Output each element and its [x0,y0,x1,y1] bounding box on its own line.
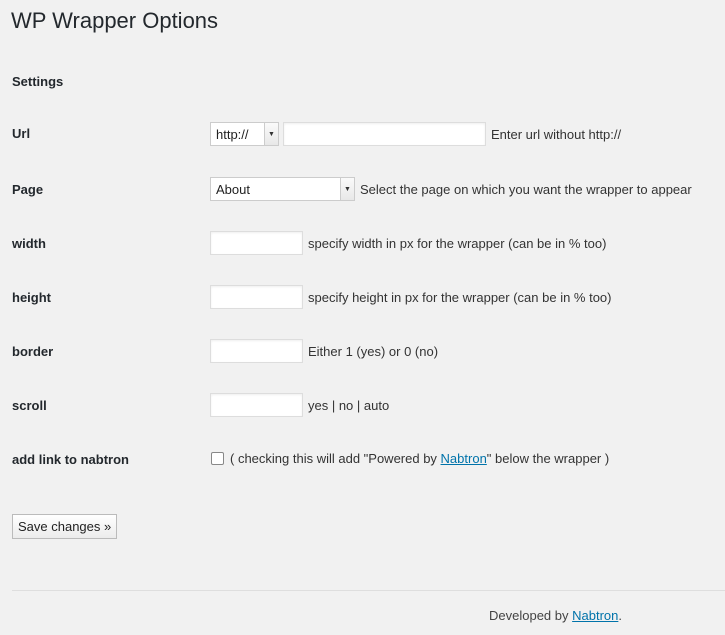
footer-suffix: . [618,608,622,623]
add-link-checkbox[interactable] [211,452,224,465]
chevron-down-icon: ▼ [340,178,354,200]
border-input[interactable] [210,339,303,363]
chevron-down-icon: ▼ [264,123,278,145]
add-link-field-group: ( checking this will add "Powered by Nab… [210,451,609,466]
border-label: border [12,344,54,359]
width-field-group: specify width in px for the wrapper (can… [210,231,606,255]
scroll-description: yes | no | auto [308,397,390,413]
page-select[interactable]: About ▼ [210,177,355,201]
section-title: Settings [12,74,64,89]
page-field-group: About ▼ Select the page on which you wan… [210,177,692,201]
add-link-description: ( checking this will add "Powered by Nab… [230,451,609,466]
url-input[interactable] [283,122,486,146]
add-link-description-after: " below the wrapper ) [486,451,610,466]
page-select-value: About [216,181,250,197]
footer-prefix: Developed by [489,608,573,623]
nabtron-link[interactable]: Nabtron [441,451,487,466]
footer-divider [12,590,725,591]
scroll-field-group: yes | no | auto [210,393,389,417]
footer-credit: Developed by Nabtron. [489,608,622,623]
height-label: height [12,290,51,305]
height-field-group: specify height in px for the wrapper (ca… [210,285,612,309]
add-link-label: add link to nabtron [12,452,129,467]
scroll-input[interactable] [210,393,303,417]
url-label: Url [12,126,31,141]
page-description: Select the page on which you want the wr… [360,181,692,197]
protocol-select[interactable]: http:// ▼ [210,122,279,146]
height-description: specify height in px for the wrapper (ca… [308,289,612,305]
protocol-select-value: http:// [216,126,249,142]
url-description: Enter url without http:// [491,126,622,142]
page-label: Page [12,182,44,197]
add-link-description-before: ( checking this will add "Powered by [230,451,441,466]
width-input[interactable] [210,231,303,255]
border-field-group: Either 1 (yes) or 0 (no) [210,339,438,363]
save-changes-button[interactable]: Save changes » [12,514,118,539]
url-field-group: http:// ▼ Enter url without http:// [210,122,621,146]
page-title: WP Wrapper Options [11,8,219,33]
scroll-label: scroll [12,398,47,413]
border-description: Either 1 (yes) or 0 (no) [308,343,439,359]
width-label: width [12,236,46,251]
width-description: specify width in px for the wrapper (can… [308,235,607,251]
height-input[interactable] [210,285,303,309]
footer-nabtron-link[interactable]: Nabtron [572,608,618,623]
